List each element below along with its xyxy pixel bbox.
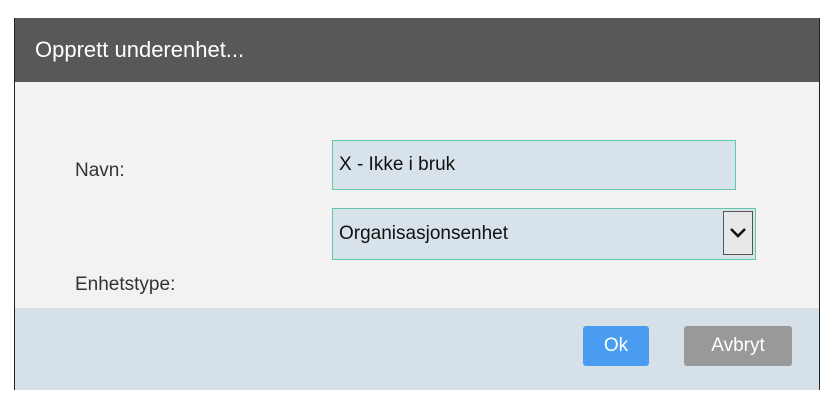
- name-label: Navn:: [75, 160, 125, 181]
- dialog-footer: Ok Avbryt: [15, 308, 819, 390]
- create-subunit-dialog: Opprett underenhet... Navn: Enhetstype: …: [14, 18, 820, 390]
- chevron-down-icon[interactable]: [723, 211, 753, 255]
- dialog-title: Opprett underenhet...: [15, 18, 819, 82]
- unit-type-select[interactable]: Organisasjonsenhet: [332, 208, 756, 260]
- unit-type-label: Enhetstype:: [75, 274, 176, 295]
- unit-type-selected-value: Organisasjonsenhet: [339, 223, 508, 244]
- name-input[interactable]: [332, 140, 736, 190]
- ok-button[interactable]: Ok: [583, 326, 649, 366]
- cancel-button[interactable]: Avbryt: [684, 326, 792, 366]
- dialog-body: Navn: Enhetstype:: [15, 82, 819, 308]
